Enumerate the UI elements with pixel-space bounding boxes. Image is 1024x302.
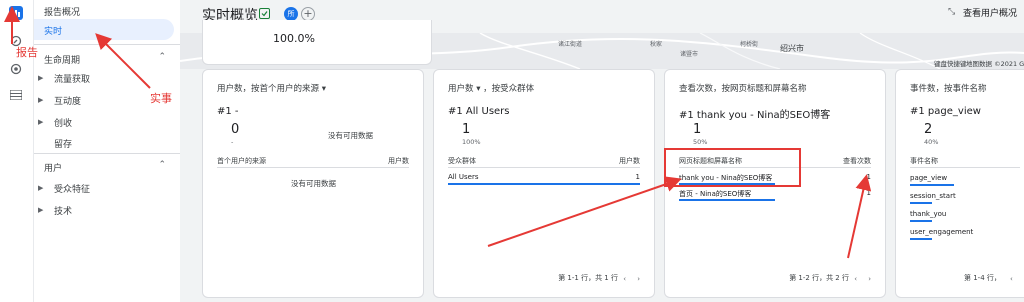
card-top-value: 1: [462, 122, 471, 137]
card-first-user-source: 用户数，按首个用户的来源 ▾ #1 - 0 - 没有可用数据 首个用户的来源 用…: [202, 69, 424, 298]
row-share-bar: [910, 238, 932, 240]
reports-icon[interactable]: [9, 6, 23, 20]
no-data-text: 没有可用数据: [328, 131, 373, 140]
map-label: 秋家: [650, 41, 663, 48]
table-row-value: 1: [635, 173, 640, 181]
pagination-text: 第 1-2 行，共 2 行: [789, 274, 849, 282]
nav-tech[interactable]: 技术: [54, 204, 72, 217]
chevron-left-icon[interactable]: ‹: [854, 275, 857, 283]
col-header: 查看次数: [843, 157, 871, 165]
card-top-pct: 100%: [462, 138, 481, 146]
card-top-pct: -: [231, 138, 234, 146]
view-user-overview-link[interactable]: 查看用户概况: [963, 6, 1017, 19]
advertising-icon[interactable]: [9, 62, 23, 76]
col-header: 受众群体: [448, 157, 476, 165]
nav-acquisition[interactable]: 流量获取: [54, 72, 90, 85]
nav-panel: 报告概况 实时 生命周期 ⌃ ▶ 流量获取 ▶ 互动度 ▶ 创收 留存 用户 ⌃…: [34, 0, 180, 302]
table-row-label[interactable]: thank_you: [910, 210, 946, 218]
col-header: 用户数: [619, 157, 640, 165]
check-icon[interactable]: [259, 8, 270, 19]
avatar[interactable]: 所: [284, 7, 298, 21]
divider: [217, 167, 409, 168]
nav-user-header[interactable]: 用户: [44, 161, 62, 174]
row-share-bar: [910, 184, 954, 186]
card-top-label: #1 thank you - Nina的SEO博客: [679, 110, 831, 121]
chevron-right-icon[interactable]: ›: [637, 275, 640, 283]
table-row-value: 1: [866, 173, 871, 181]
top-stat-card: 100.0%: [202, 20, 432, 65]
chevron-right-icon: ▶: [38, 96, 44, 104]
table-row-label[interactable]: 首页 - Nina的SEO博客: [679, 189, 751, 199]
add-comparison-button[interactable]: +: [301, 7, 315, 21]
card-top-value: 2: [924, 122, 933, 137]
nav-retention[interactable]: 留存: [54, 137, 72, 150]
nav-engagement[interactable]: 互动度: [54, 94, 81, 107]
row-share-bar: [910, 202, 932, 204]
table-row-label[interactable]: user_engagement: [910, 228, 973, 236]
chevron-down-icon[interactable]: ▾: [322, 84, 326, 94]
annotation-box: [664, 148, 801, 187]
col-header: 首个用户的来源: [217, 157, 266, 165]
nav-lifecycle-header[interactable]: 生命周期: [44, 53, 80, 66]
map-label: 诸暨市: [680, 51, 699, 58]
row-share-bar: [910, 220, 932, 222]
main-content: 实时概览 所 + ⤡ 查看用户概况 诸江街道 秋家 诸暨市 柯桥街 绍兴市 键盘…: [180, 0, 1024, 302]
expand-icon[interactable]: ⤡: [948, 7, 955, 17]
col-header: 事件名称: [910, 157, 938, 165]
chevron-right-icon[interactable]: ›: [868, 275, 871, 283]
chevron-right-icon: ▶: [38, 206, 44, 214]
chevron-left-icon[interactable]: ‹: [1010, 275, 1013, 283]
chevron-up-icon[interactable]: ⌃: [158, 52, 166, 62]
col-header: 用户数: [388, 157, 409, 165]
map-attribution: 地图数据 ©2021 G: [966, 60, 1024, 68]
top-stat-value: 100.0%: [273, 32, 315, 45]
table-row-label[interactable]: All Users: [448, 173, 479, 181]
annotation-realtime: 实事: [150, 92, 172, 105]
map-shortcut[interactable]: 键盘快捷键: [934, 58, 967, 68]
annotation-report: 报告: [16, 46, 38, 59]
chevron-right-icon: ▶: [38, 118, 44, 126]
card-title[interactable]: 用户数，按首个用户的来源 ▾: [217, 82, 326, 94]
map-label: 诸江街道: [558, 41, 583, 48]
nav-demographics[interactable]: 受众特征: [54, 182, 90, 195]
card-title: 事件数，按事件名称: [910, 84, 987, 94]
card-top-pct: 40%: [924, 138, 939, 146]
chevron-left-icon[interactable]: ‹: [623, 275, 626, 283]
divider: [448, 167, 640, 168]
chevron-up-icon[interactable]: ⌃: [158, 160, 166, 170]
nav-divider: [34, 153, 180, 154]
row-share-bar: [448, 183, 640, 185]
nav-monetization[interactable]: 创收: [54, 116, 72, 129]
card-top-value: 0: [231, 122, 240, 137]
nav-divider: [34, 44, 180, 45]
map-label: 柯桥街: [740, 41, 759, 48]
divider: [910, 167, 1020, 168]
card-audience: 用户数 ▾ ，按受众群体 #1 All Users 1 100% 受众群体 用户…: [433, 69, 655, 298]
no-data-text: 没有可用数据: [291, 179, 336, 188]
table-row-label[interactable]: page_view: [910, 174, 947, 182]
chevron-right-icon: ▶: [38, 74, 44, 82]
card-top-pct: 50%: [693, 138, 708, 146]
map-city: 绍兴市: [780, 44, 804, 53]
card-top-label: #1 page_view: [910, 106, 981, 117]
nav-report-overview[interactable]: 报告概况: [44, 5, 80, 18]
table-row-label[interactable]: session_start: [910, 192, 956, 200]
card-top-label: #1 -: [217, 106, 239, 117]
card-title: 查看次数，按网页标题和屏幕名称: [679, 84, 807, 94]
list-icon[interactable]: [9, 88, 23, 102]
pagination-text: 第 1-1 行，共 1 行: [558, 274, 618, 282]
card-title[interactable]: 用户数 ▾ ，按受众群体: [448, 82, 534, 94]
card-top-value: 1: [693, 122, 702, 137]
row-share-bar: [679, 199, 775, 201]
chevron-right-icon: ▶: [38, 184, 44, 192]
card-top-label: #1 All Users: [448, 106, 510, 117]
card-events: 事件数，按事件名称 #1 page_view 2 40% 事件名称 page_v…: [895, 69, 1024, 298]
nav-realtime[interactable]: 实时: [44, 24, 62, 37]
table-row-value: 1: [866, 189, 871, 197]
pagination-text: 第 1-4 行，: [964, 274, 1001, 282]
